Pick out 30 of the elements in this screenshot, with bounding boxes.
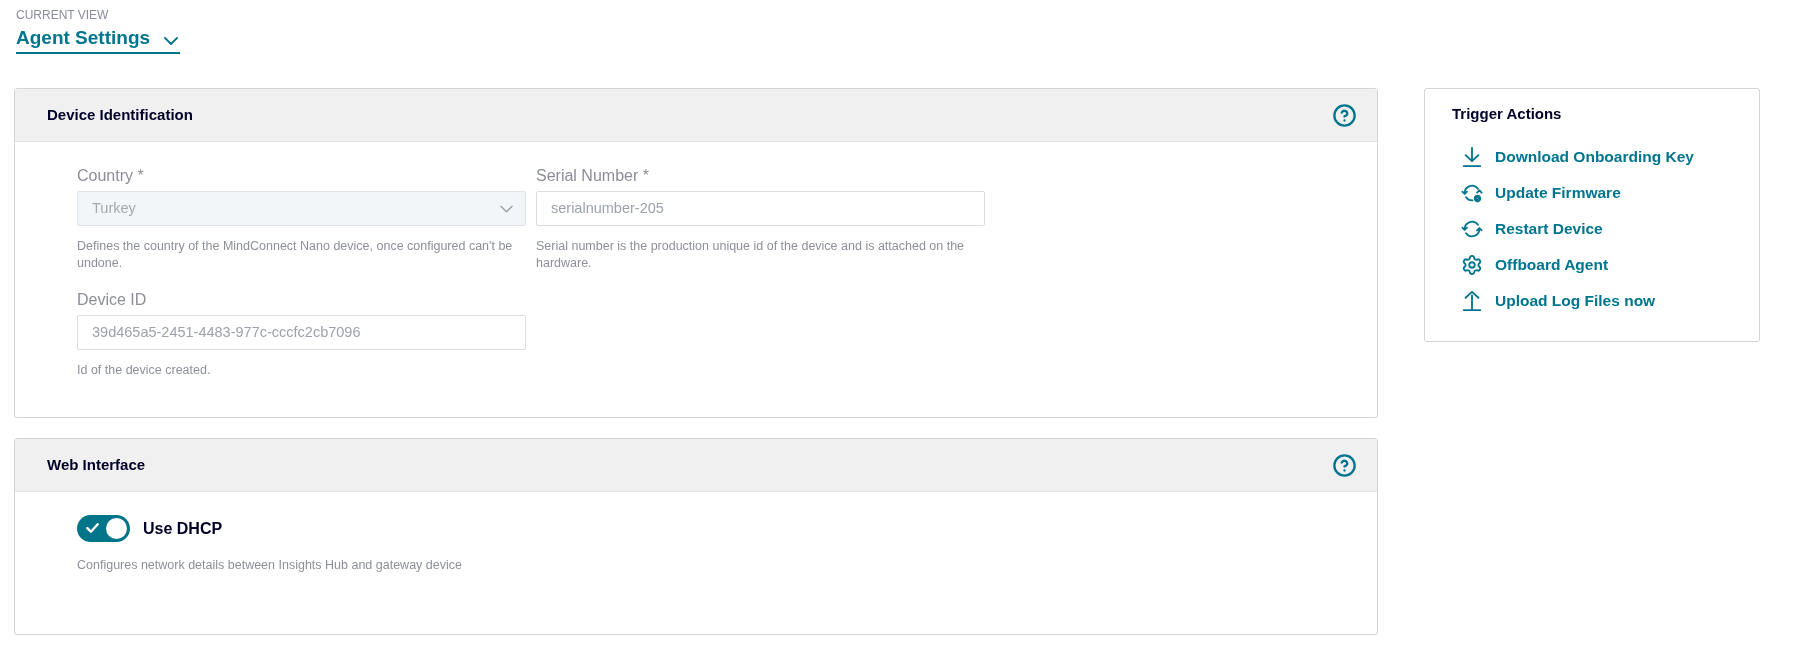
- trigger-action-button[interactable]: Upload Log Files now: [1452, 283, 1732, 319]
- field-label: Serial Number *: [536, 166, 650, 186]
- current-view-caption: CURRENT VIEW: [16, 8, 109, 23]
- check-icon: [86, 523, 99, 533]
- panel-title: Trigger Actions: [1452, 104, 1563, 124]
- help-text: Id of the device created.: [77, 362, 212, 379]
- trigger-action-button[interactable]: Restart Device: [1452, 211, 1732, 247]
- view-selector[interactable]: Agent Settings: [16, 26, 181, 54]
- field-label: Country *: [77, 166, 145, 186]
- help-text: Defines the country of the MindConnect Nano device, once configured can't be undone.: [77, 238, 514, 272]
- download-icon: [1461, 146, 1483, 168]
- chevron-icon: [164, 36, 179, 45]
- help-icon[interactable]: [1333, 103, 1356, 127]
- help-text: Configures network details between Insights Hub and gateway device: [77, 557, 463, 574]
- chevron-icon: [500, 204, 513, 213]
- panel-title: Device Identification: [47, 104, 193, 125]
- trigger-action-button[interactable]: Update Firmware: [1452, 175, 1732, 211]
- gear-icon: [1461, 254, 1483, 276]
- toggle-switch[interactable]: [77, 515, 130, 542]
- field-label: Device ID: [77, 290, 148, 310]
- refresh-gear-icon: [1461, 182, 1483, 204]
- refresh-icon: [1461, 218, 1483, 240]
- trigger-action-button[interactable]: Offboard Agent: [1452, 247, 1732, 283]
- help-icon[interactable]: [1333, 453, 1356, 477]
- upload-icon: [1461, 290, 1483, 312]
- panel-title: Web Interface: [47, 454, 146, 475]
- trigger-action-button[interactable]: Download Onboarding Key: [1452, 139, 1732, 175]
- view-selector-value: Agent Settings: [16, 26, 151, 50]
- toggle-label: Use DHCP: [143, 518, 223, 539]
- help-text: Serial number is the production unique id of the device and is attached on the hardware.: [536, 238, 966, 272]
